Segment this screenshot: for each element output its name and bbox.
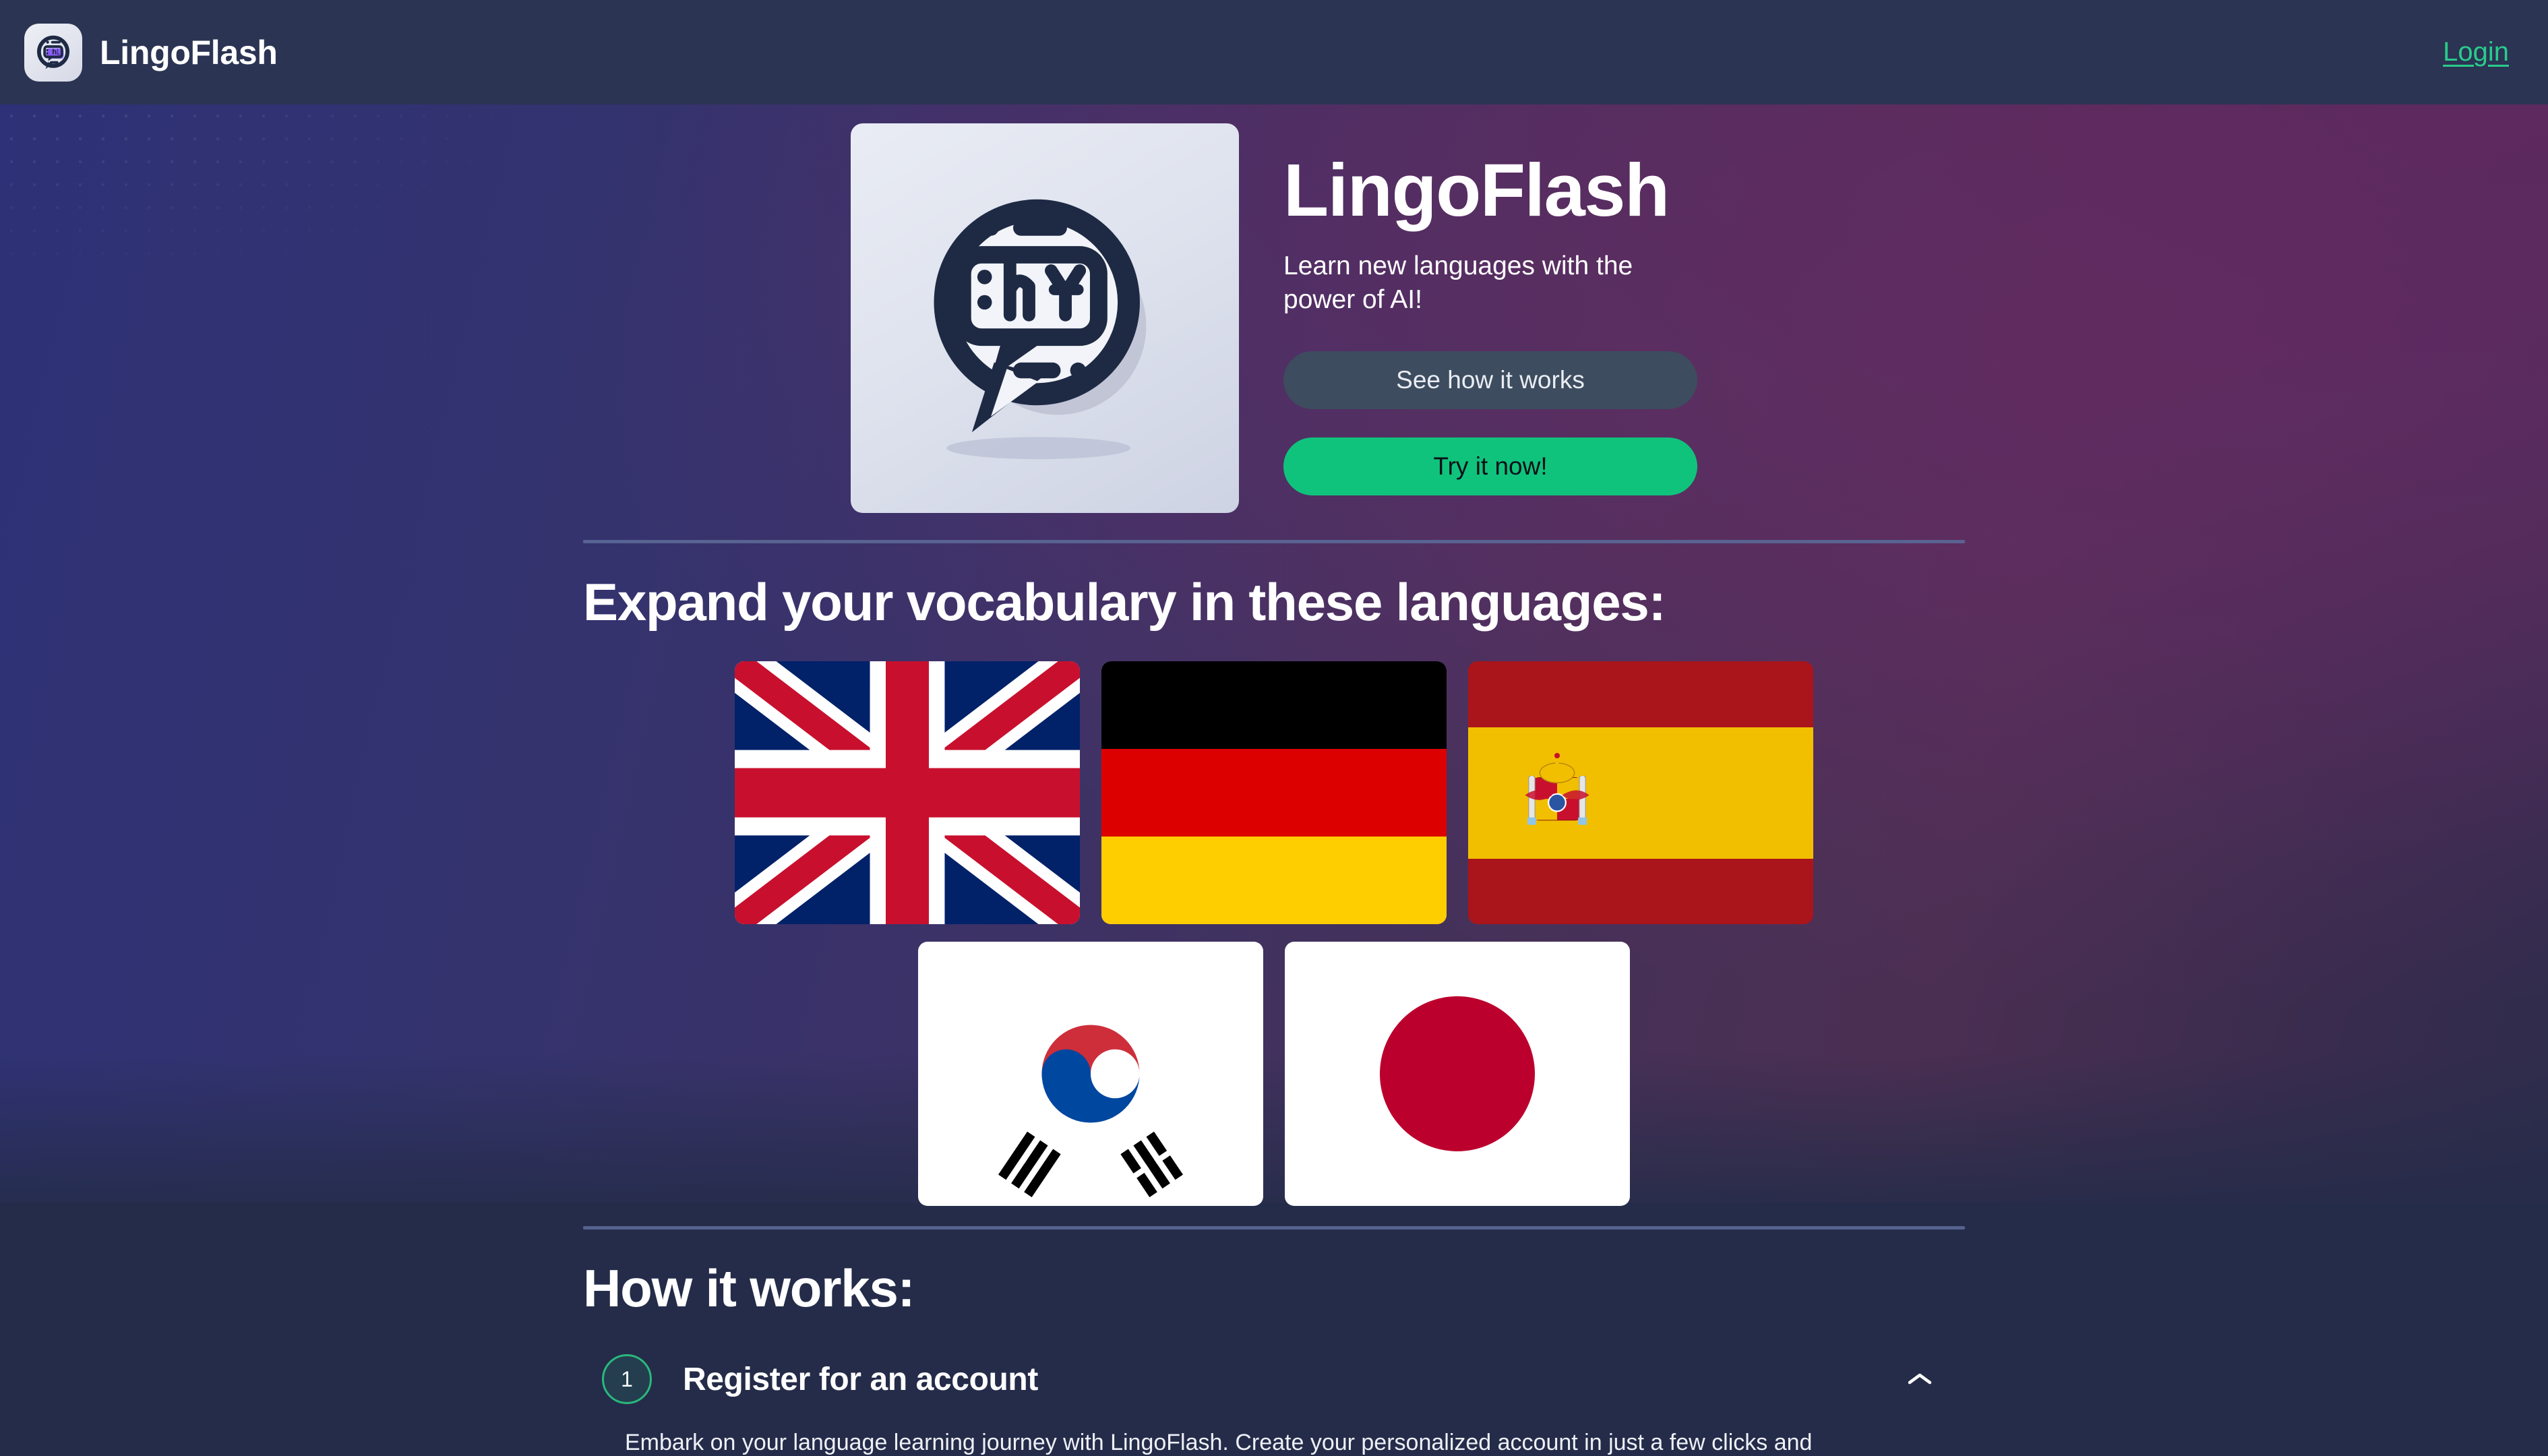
chevron-up-icon[interactable] — [1904, 1364, 1935, 1395]
flag-spain-icon[interactable] — [1468, 661, 1813, 924]
steps-accordion: 1 Register for an account Embark on your… — [583, 1350, 1965, 1456]
flag-uk-icon[interactable] — [735, 661, 1080, 924]
flags-row-2 — [0, 942, 2548, 1206]
svg-text:ᚳ: ᚳ — [56, 48, 60, 56]
hero-text: LingoFlash Learn new languages with the … — [1283, 123, 1697, 495]
step-title: Register for an account — [683, 1361, 1038, 1397]
try-it-now-button[interactable]: Try it now! — [1283, 437, 1697, 495]
lingoflash-chat-logo-icon: h ᚳ — [24, 23, 82, 82]
step-description: Embark on your language learning journey… — [625, 1430, 1813, 1455]
login-link[interactable]: Login — [2443, 37, 2509, 67]
flag-germany-icon[interactable] — [1101, 661, 1447, 924]
brand-name: LingoFlash — [100, 33, 278, 71]
flag-south-korea-icon[interactable] — [918, 942, 1263, 1206]
japan-sun-disc — [1380, 996, 1535, 1151]
how-it-works-heading: How it works: — [583, 1258, 915, 1318]
step-number-badge: 1 — [602, 1354, 652, 1404]
languages-heading: Expand your vocabulary in these language… — [583, 572, 1666, 632]
lingoflash-speech-bubble-illustration — [851, 123, 1239, 513]
how-it-works-section: How it works: 1 Register for an account … — [583, 1258, 1965, 1456]
hero-subtitle: Learn new languages with the power of AI… — [1283, 251, 1633, 315]
hero-section: LingoFlash Learn new languages with the … — [0, 104, 2548, 513]
languages-section: Expand your vocabulary in these language… — [583, 572, 1965, 633]
flag-japan-icon[interactable] — [1285, 942, 1630, 1206]
flags-row-1 — [0, 661, 2548, 924]
accordion-item-step-1[interactable]: 1 Register for an account — [583, 1350, 1965, 1408]
navbar: h ᚳ LingoFlash Login — [0, 0, 2548, 104]
page-content: LingoFlash Learn new languages with the … — [0, 0, 2548, 1456]
divider-how-it-works — [583, 1226, 1965, 1230]
divider-languages — [583, 540, 1965, 543]
brand[interactable]: h ᚳ LingoFlash — [24, 23, 278, 82]
see-how-it-works-button[interactable]: See how it works — [1283, 351, 1697, 409]
hero-title: LingoFlash — [1283, 149, 1670, 232]
landing-page: h ᚳ LingoFlash Login LingoFlash Learn ne… — [0, 0, 2548, 1456]
